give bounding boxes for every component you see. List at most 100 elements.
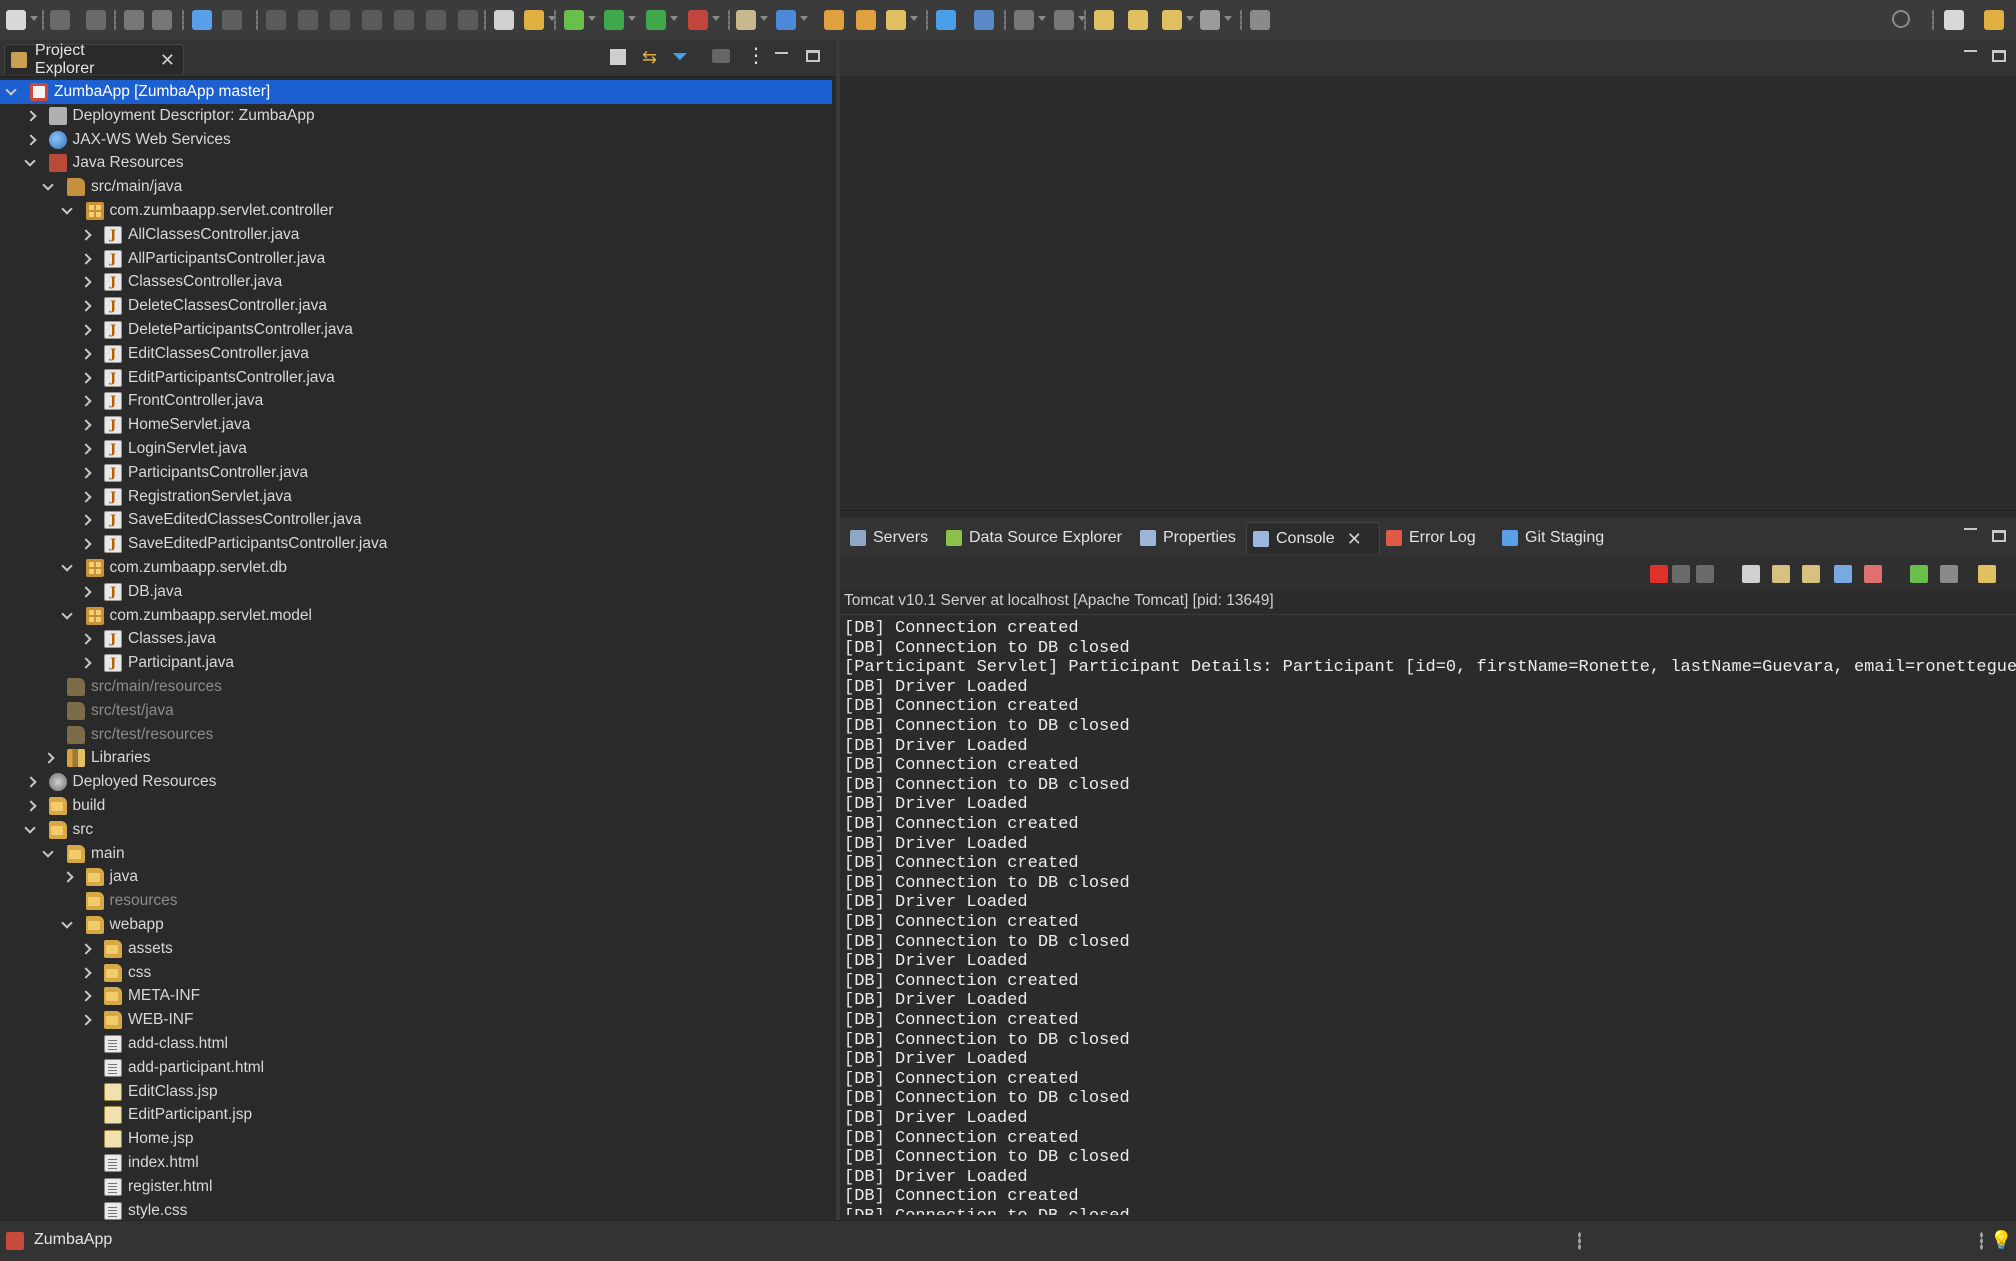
open-resource-icon[interactable] [856, 10, 876, 30]
undo-icon[interactable] [124, 10, 144, 30]
chevron-right-icon[interactable] [23, 770, 39, 794]
chevron-right-icon[interactable] [78, 627, 94, 651]
tree-item[interactable]: src/test/resources [0, 723, 832, 747]
tree-item[interactable]: com.zumbaapp.servlet.db [0, 556, 832, 580]
step-return-icon[interactable] [458, 10, 478, 30]
chevron-down-icon[interactable] [60, 199, 76, 223]
tree-item[interactable]: style.css [0, 1199, 832, 1220]
tree-item[interactable]: LoginServlet.java [0, 437, 832, 462]
search-icon[interactable] [1892, 10, 1910, 28]
chevron-right-icon[interactable] [78, 937, 94, 961]
chevron-right-icon[interactable] [23, 104, 39, 128]
tab-console[interactable]: Console ✕ [1246, 522, 1380, 554]
tree-item[interactable]: main [0, 842, 832, 866]
tab-data-source-explorer[interactable]: Data Source Explorer [940, 522, 1134, 554]
tree-item[interactable]: Libraries [0, 746, 832, 770]
chevron-down-icon[interactable] [588, 16, 596, 21]
tree-item[interactable]: src [0, 818, 832, 842]
chevron-down-icon[interactable] [1186, 16, 1194, 21]
tree-item[interactable]: Deployed Resources [0, 770, 832, 794]
chevron-right-icon[interactable] [78, 342, 94, 366]
redo-icon[interactable] [152, 10, 172, 30]
chevron-down-icon[interactable] [1224, 16, 1232, 21]
open-perspective-icon[interactable] [1944, 10, 1964, 30]
open-console-icon[interactable] [1978, 565, 1996, 583]
close-icon[interactable]: ✕ [160, 51, 175, 69]
tree-item[interactable]: src/test/java [0, 699, 832, 723]
chevron-down-icon[interactable] [23, 818, 39, 842]
save-all-icon[interactable] [86, 10, 106, 30]
tree-item[interactable]: com.zumbaapp.servlet.model [0, 604, 832, 628]
chevron-down-icon[interactable] [712, 16, 720, 21]
new-icon[interactable] [6, 10, 26, 30]
console-minimize-icon[interactable] [1962, 524, 1980, 542]
tab-project-explorer[interactable]: Project Explorer ✕ [4, 42, 184, 77]
tree-item[interactable]: build [0, 794, 832, 818]
tree-item[interactable]: EditClassesController.java [0, 342, 832, 367]
terminate-icon[interactable] [330, 10, 350, 30]
web-browser-icon[interactable] [974, 10, 994, 30]
tree-item[interactable]: HomeServlet.java [0, 413, 832, 438]
chevron-right-icon[interactable] [78, 437, 94, 461]
new-server-icon[interactable] [736, 10, 756, 30]
pin-editor-icon[interactable] [1250, 10, 1270, 30]
link-with-editor-icon[interactable]: ⇆ [642, 48, 660, 66]
chevron-down-icon[interactable] [41, 842, 57, 866]
remove-all-terminated-icon[interactable] [1696, 565, 1714, 583]
chevron-right-icon[interactable] [78, 461, 94, 485]
close-icon[interactable]: ✕ [1347, 530, 1362, 548]
word-wrap-icon[interactable] [1802, 565, 1820, 583]
annotation-icon[interactable] [1014, 10, 1034, 30]
show-on-error-icon[interactable] [1864, 565, 1882, 583]
tree-item[interactable]: EditClass.jsp [0, 1080, 832, 1104]
java-ee-perspective-icon[interactable] [1984, 10, 2004, 30]
chevron-down-icon[interactable] [41, 175, 57, 199]
tree-item[interactable]: WEB-INF [0, 1008, 832, 1032]
resume-icon[interactable] [266, 10, 286, 30]
chevron-down-icon[interactable] [4, 80, 20, 104]
globe-icon[interactable] [936, 10, 956, 30]
tree-item[interactable]: ParticipantsController.java [0, 461, 832, 486]
tree-item[interactable]: resources [0, 889, 832, 913]
external-tools-icon[interactable] [688, 10, 708, 30]
tree-item[interactable]: SaveEditedClassesController.java [0, 508, 832, 533]
tree-item[interactable]: register.html [0, 1175, 832, 1199]
editor-maximize-icon[interactable] [1992, 50, 2006, 62]
tree-item[interactable]: DeleteParticipantsController.java [0, 318, 832, 343]
chevron-right-icon[interactable] [41, 746, 57, 770]
tree-item[interactable]: DeleteClassesController.java [0, 294, 832, 319]
filter-icon[interactable]: ⏷ [672, 47, 690, 67]
view-menu-icon[interactable]: ⋮ [746, 46, 766, 66]
chevron-right-icon[interactable] [78, 961, 94, 985]
chevron-right-icon[interactable] [78, 318, 94, 342]
tree-item[interactable]: ClassesController.java [0, 270, 832, 295]
back-icon[interactable] [1162, 10, 1182, 30]
tree-item[interactable]: RegistrationServlet.java [0, 485, 832, 510]
open-type-icon[interactable] [824, 10, 844, 30]
tree-item[interactable]: java [0, 865, 832, 889]
tree-item[interactable]: add-class.html [0, 1032, 832, 1056]
chevron-right-icon[interactable] [78, 366, 94, 390]
console-output[interactable]: [DB] Connection created [DB] Connection t… [840, 614, 2016, 1215]
chevron-down-icon[interactable] [60, 556, 76, 580]
chevron-right-icon[interactable] [78, 580, 94, 604]
navigate-icon[interactable] [524, 10, 544, 30]
chevron-down-icon[interactable] [60, 913, 76, 937]
tree-item[interactable]: EditParticipantsController.java [0, 366, 832, 391]
tree-item[interactable]: Participant.java [0, 651, 832, 676]
chevron-right-icon[interactable] [78, 532, 94, 556]
next-annotation-icon[interactable] [1054, 10, 1074, 30]
skip-breakpoints-icon[interactable] [222, 10, 242, 30]
tree-item[interactable]: webapp [0, 913, 832, 937]
show-on-output-icon[interactable] [1834, 565, 1852, 583]
tab-properties[interactable]: Properties [1134, 522, 1246, 554]
clear-console-icon[interactable] [1742, 565, 1760, 583]
tree-item[interactable]: AllParticipantsController.java [0, 247, 832, 272]
new-wizard-icon[interactable] [776, 10, 796, 30]
last-edit-icon[interactable] [1094, 10, 1114, 30]
run-icon[interactable] [604, 10, 624, 30]
chevron-right-icon[interactable] [78, 485, 94, 509]
back-history-icon[interactable] [1128, 10, 1148, 30]
console-maximize-icon[interactable] [1992, 530, 2006, 542]
focus-icon[interactable] [712, 49, 730, 63]
